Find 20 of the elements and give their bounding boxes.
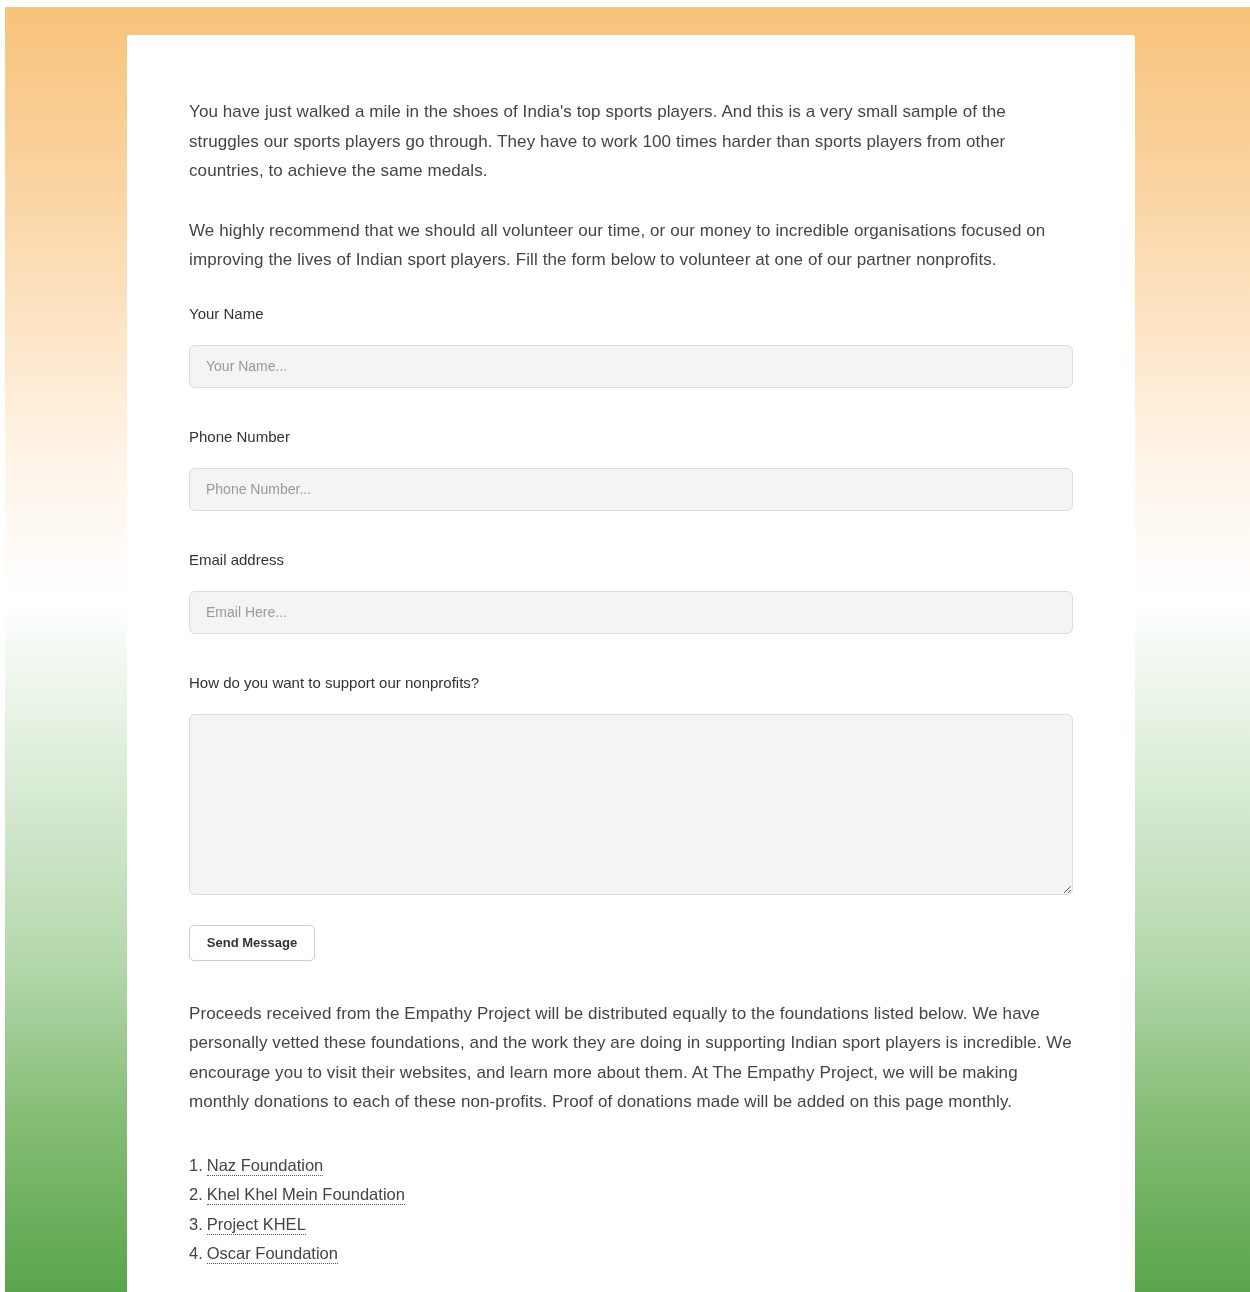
foundation-link[interactable]: Oscar Foundation bbox=[206, 1243, 338, 1265]
list-number: 4. bbox=[189, 1243, 203, 1264]
paragraph: We highly recommend that we should all volunteer our time, or our money to incredible organisations focused on improving the lives of Indian sport players. Fill the form below to volunteer at one of our partner nonprofits. bbox=[189, 219, 1047, 271]
field-label: Your Name bbox=[189, 304, 265, 323]
field-label: Phone Number bbox=[189, 427, 291, 446]
list-number: 3. bbox=[189, 1213, 203, 1235]
send-button[interactable]: Send Message bbox=[189, 924, 315, 961]
foundation-link[interactable]: Project KHEL bbox=[206, 1213, 306, 1235]
field-label: How do you want to support our nonprofits? bbox=[189, 673, 481, 692]
input-field[interactable]: Your Name... bbox=[189, 344, 1073, 388]
foundation-link[interactable]: Khel Khel Mein Foundation bbox=[206, 1184, 405, 1206]
foundation-link[interactable]: Naz Foundation bbox=[206, 1154, 324, 1176]
field-label: Email address bbox=[189, 550, 286, 569]
input-field[interactable]: Email Here... bbox=[189, 590, 1073, 634]
paragraph: You have just walked a mile in the shoes of India's top sports players. And this is a very small sample of the struggles our sports players go through. They have to work 100 times harder than sports players from other countries, to achieve the same medals. bbox=[189, 101, 1007, 182]
paragraph: Proceeds received from the Empathy Project will be distributed equally to the foundations listed below. We have personally vetted these foundations, and the work they are doing in supporting Indian sport players is incredible. We encourage you to visit their websites, and learn more about them. At The Empathy Project, we will be making monthly donations to each of these non-profits. Proof of donations made will be added on this page monthly. bbox=[189, 1002, 1073, 1113]
input-field[interactable]: Phone Number... bbox=[189, 467, 1073, 511]
list-number: 1. bbox=[189, 1154, 203, 1176]
list-number: 2. bbox=[189, 1184, 203, 1205]
message-field[interactable] bbox=[189, 713, 1073, 895]
